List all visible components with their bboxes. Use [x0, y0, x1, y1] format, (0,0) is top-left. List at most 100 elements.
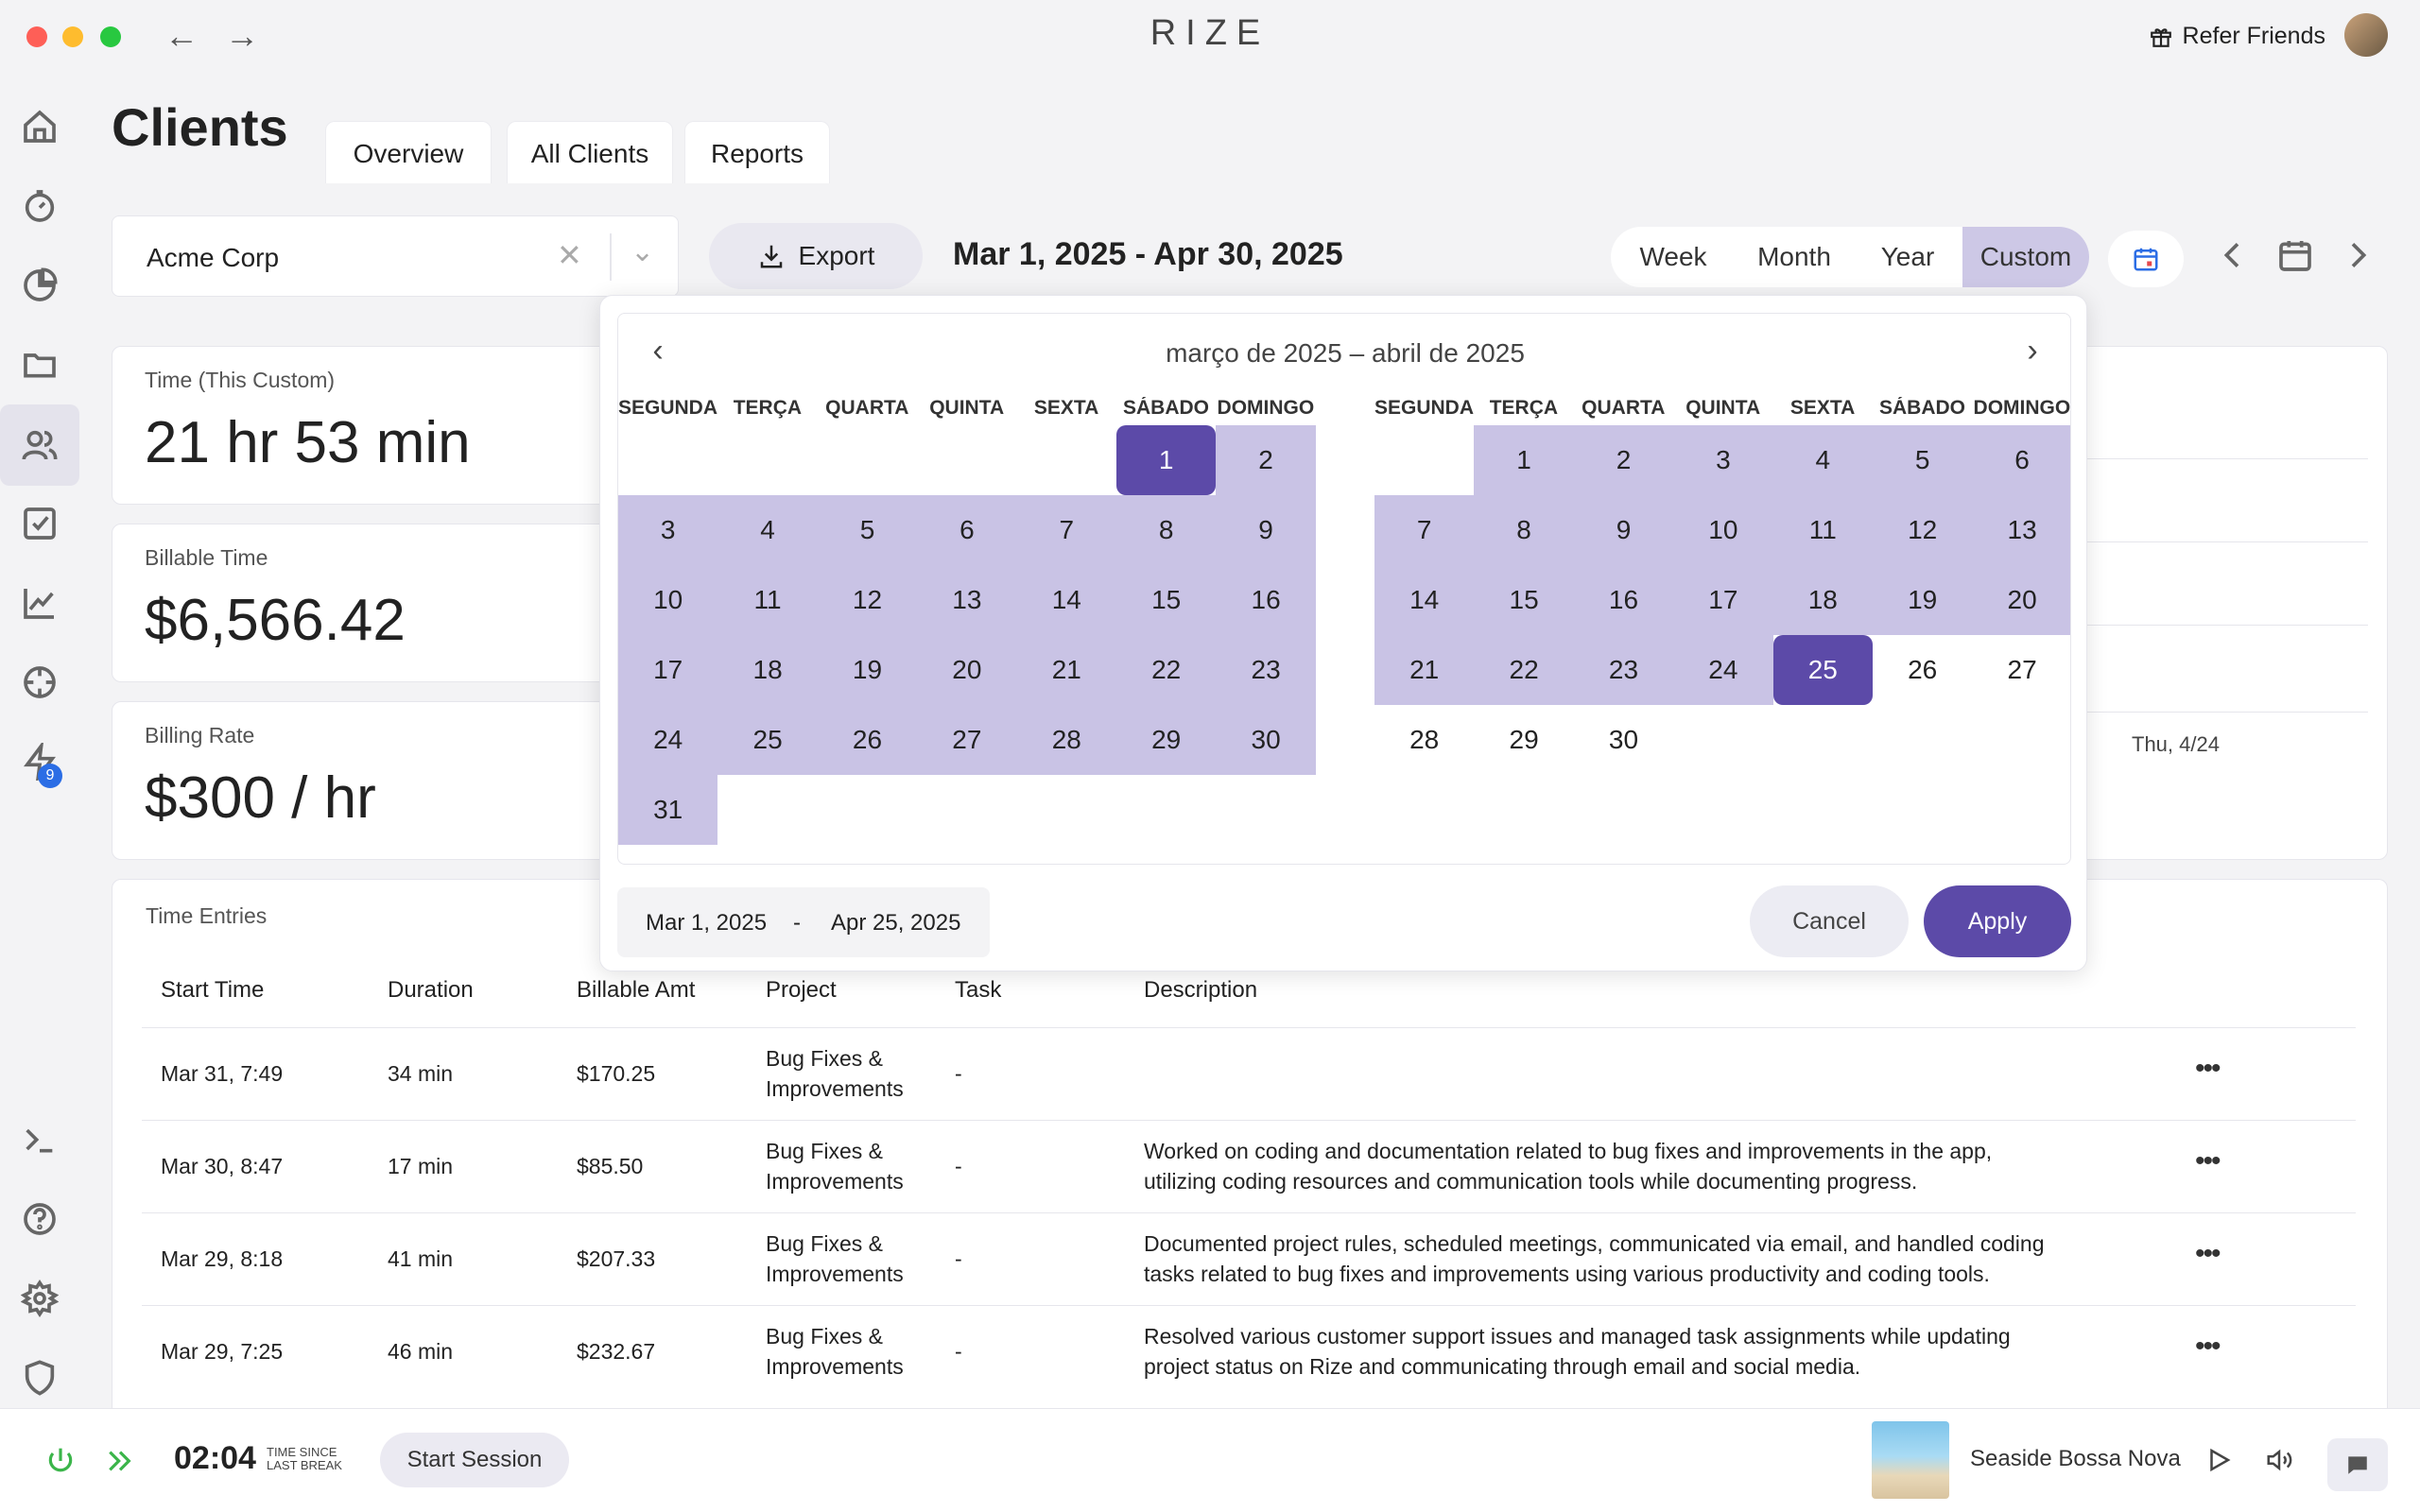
- volume-icon[interactable]: [2263, 1446, 2295, 1474]
- calendar-day[interactable]: 26: [817, 705, 918, 775]
- calendar-day[interactable]: 10: [618, 565, 718, 635]
- end-date-input[interactable]: Apr 25, 2025: [831, 910, 960, 936]
- calendar-day[interactable]: 23: [1573, 635, 1674, 705]
- calendar-day[interactable]: 11: [1772, 495, 1873, 565]
- column-header[interactable]: Description: [1144, 977, 1257, 1004]
- calendar-day[interactable]: 24: [1673, 635, 1773, 705]
- period-month[interactable]: Month: [1736, 227, 1853, 287]
- calendar-day[interactable]: 20: [1972, 565, 2070, 635]
- column-header[interactable]: Task: [955, 977, 1001, 1004]
- calendar-day[interactable]: 28: [1016, 705, 1116, 775]
- more-options-icon[interactable]: •••: [2195, 1238, 2221, 1270]
- calendar-day[interactable]: 19: [817, 635, 918, 705]
- calendar-day[interactable]: 15: [1116, 565, 1217, 635]
- pie-chart-icon[interactable]: [15, 261, 64, 310]
- terminal-icon[interactable]: [15, 1115, 64, 1164]
- client-select[interactable]: Acme Corp ✕ ⌄: [112, 215, 679, 297]
- calendar-day[interactable]: 18: [717, 635, 818, 705]
- calendar-day[interactable]: 5: [1873, 425, 1973, 495]
- clients-icon[interactable]: [0, 404, 79, 486]
- shield-icon[interactable]: [15, 1353, 64, 1402]
- calendar-day[interactable]: 3: [1673, 425, 1773, 495]
- calendar-next-button[interactable]: ›: [2014, 333, 2051, 369]
- start-date-input[interactable]: Mar 1, 2025: [646, 910, 767, 936]
- calendar-day[interactable]: 31: [618, 775, 718, 845]
- clear-icon[interactable]: ✕: [557, 237, 582, 273]
- calendar-day[interactable]: 13: [917, 565, 1017, 635]
- calendar-day[interactable]: 29: [1474, 705, 1573, 775]
- calendar-day[interactable]: 27: [917, 705, 1017, 775]
- calendar-day[interactable]: 21: [1016, 635, 1116, 705]
- calendar-day[interactable]: 12: [817, 565, 918, 635]
- period-week[interactable]: Week: [1611, 227, 1736, 287]
- export-button[interactable]: Export: [709, 223, 923, 289]
- calendar-day[interactable]: 1: [1474, 425, 1574, 495]
- calendar-day[interactable]: 28: [1374, 705, 1474, 775]
- help-icon[interactable]: [15, 1194, 64, 1244]
- more-options-icon[interactable]: •••: [2195, 1331, 2221, 1363]
- calendar-day[interactable]: 24: [618, 705, 718, 775]
- calendar-day[interactable]: 30: [1574, 705, 1673, 775]
- calendar-icon[interactable]: [2274, 234, 2316, 276]
- calendar-day[interactable]: 2: [1216, 425, 1316, 495]
- calendar-day[interactable]: 9: [1573, 495, 1674, 565]
- settings-gear-icon[interactable]: [15, 1274, 64, 1323]
- tab-overview[interactable]: Overview: [325, 121, 492, 183]
- tab-all-clients[interactable]: All Clients: [507, 121, 673, 183]
- calendar-day[interactable]: 17: [1673, 565, 1773, 635]
- apply-button[interactable]: Apply: [1924, 885, 2071, 957]
- calendar-day[interactable]: 26: [1873, 635, 1972, 705]
- chevron-right-icon[interactable]: [2337, 234, 2378, 276]
- calendar-day[interactable]: 29: [1116, 705, 1217, 775]
- calendar-day[interactable]: 30: [1216, 705, 1316, 775]
- calendar-day[interactable]: 22: [1474, 635, 1574, 705]
- calendar-day[interactable]: 4: [1772, 425, 1873, 495]
- period-year[interactable]: Year: [1853, 227, 1962, 287]
- calendar-day[interactable]: 12: [1873, 495, 1973, 565]
- tab-reports[interactable]: Reports: [684, 121, 830, 183]
- calendar-day[interactable]: 6: [917, 495, 1017, 565]
- play-icon[interactable]: [2204, 1446, 2233, 1474]
- start-session-button[interactable]: Start Session: [380, 1433, 569, 1487]
- skip-forward-icon[interactable]: [104, 1446, 136, 1476]
- crosshair-icon[interactable]: [15, 658, 64, 707]
- calendar-day[interactable]: 23: [1216, 635, 1316, 705]
- calendar-day[interactable]: 6: [1972, 425, 2070, 495]
- table-row[interactable]: Mar 29, 7:25 46 min $232.67 Bug Fixes & …: [142, 1305, 2356, 1379]
- calendar-day[interactable]: 16: [1216, 565, 1316, 635]
- calendar-day[interactable]: 2: [1573, 425, 1674, 495]
- calendar-day[interactable]: 14: [1374, 565, 1475, 635]
- folder-icon[interactable]: [15, 340, 64, 389]
- calendar-day[interactable]: 21: [1374, 635, 1475, 705]
- calendar-day[interactable]: 16: [1573, 565, 1674, 635]
- calendar-day[interactable]: 19: [1873, 565, 1973, 635]
- avatar[interactable]: [2344, 13, 2388, 57]
- checkbox-icon[interactable]: [15, 499, 64, 548]
- chevron-down-icon[interactable]: ⌄: [631, 235, 654, 268]
- calendar-day[interactable]: 9: [1216, 495, 1316, 565]
- table-row[interactable]: Mar 29, 8:18 41 min $207.33 Bug Fixes & …: [142, 1212, 2356, 1305]
- more-options-icon[interactable]: •••: [2195, 1053, 2221, 1085]
- calendar-day[interactable]: 4: [717, 495, 818, 565]
- calendar-picker-button[interactable]: [2108, 231, 2184, 287]
- calendar-day[interactable]: 27: [1972, 635, 2070, 705]
- cancel-button[interactable]: Cancel: [1750, 885, 1909, 957]
- calendar-day[interactable]: 1: [1116, 425, 1217, 495]
- calendar-day[interactable]: 18: [1772, 565, 1873, 635]
- home-icon[interactable]: [15, 102, 64, 151]
- calendar-day[interactable]: 14: [1016, 565, 1116, 635]
- calendar-day[interactable]: 11: [717, 565, 818, 635]
- chevron-left-icon[interactable]: [2212, 234, 2254, 276]
- calendar-day[interactable]: 17: [618, 635, 718, 705]
- calendar-day[interactable]: 7: [1374, 495, 1475, 565]
- calendar-day[interactable]: 15: [1474, 565, 1574, 635]
- calendar-day[interactable]: 25: [1772, 635, 1873, 705]
- calendar-day[interactable]: 22: [1116, 635, 1217, 705]
- calendar-day[interactable]: 8: [1116, 495, 1217, 565]
- calendar-day[interactable]: 25: [717, 705, 818, 775]
- more-options-icon[interactable]: •••: [2195, 1145, 2221, 1177]
- calendar-day[interactable]: 7: [1016, 495, 1116, 565]
- calendar-day[interactable]: 13: [1972, 495, 2070, 565]
- timer-icon[interactable]: [15, 181, 64, 231]
- calendar-day[interactable]: 20: [917, 635, 1017, 705]
